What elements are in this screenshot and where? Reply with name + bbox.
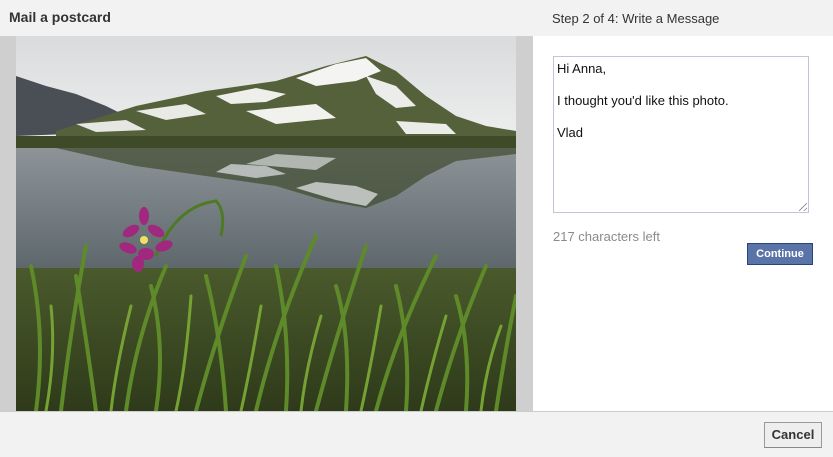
continue-button[interactable]: Continue [747, 243, 813, 265]
message-line-signature: Vlad [557, 125, 584, 140]
cancel-button[interactable]: Cancel [764, 422, 822, 448]
step-indicator: Step 2 of 4: Write a Message [552, 11, 720, 26]
message-textarea[interactable]: Hi Anna, I thought you'd like this photo… [553, 56, 809, 213]
photo-panel [0, 36, 533, 411]
characters-left-counter: 217 characters left [553, 229, 660, 244]
postcard-photo [16, 36, 516, 411]
dialog-header: Mail a postcard Step 2 of 4: Write a Mes… [0, 0, 833, 36]
message-line-greeting: Hi Anna, [557, 61, 607, 76]
dialog-footer: Cancel [0, 411, 833, 457]
postcard-dialog: Mail a postcard Step 2 of 4: Write a Mes… [0, 0, 833, 457]
resize-grip-icon[interactable] [799, 203, 807, 211]
message-panel: Hi Anna, I thought you'd like this photo… [533, 36, 833, 411]
message-line-body: I thought you'd like this photo. [557, 93, 729, 108]
dialog-title: Mail a postcard [9, 9, 111, 25]
